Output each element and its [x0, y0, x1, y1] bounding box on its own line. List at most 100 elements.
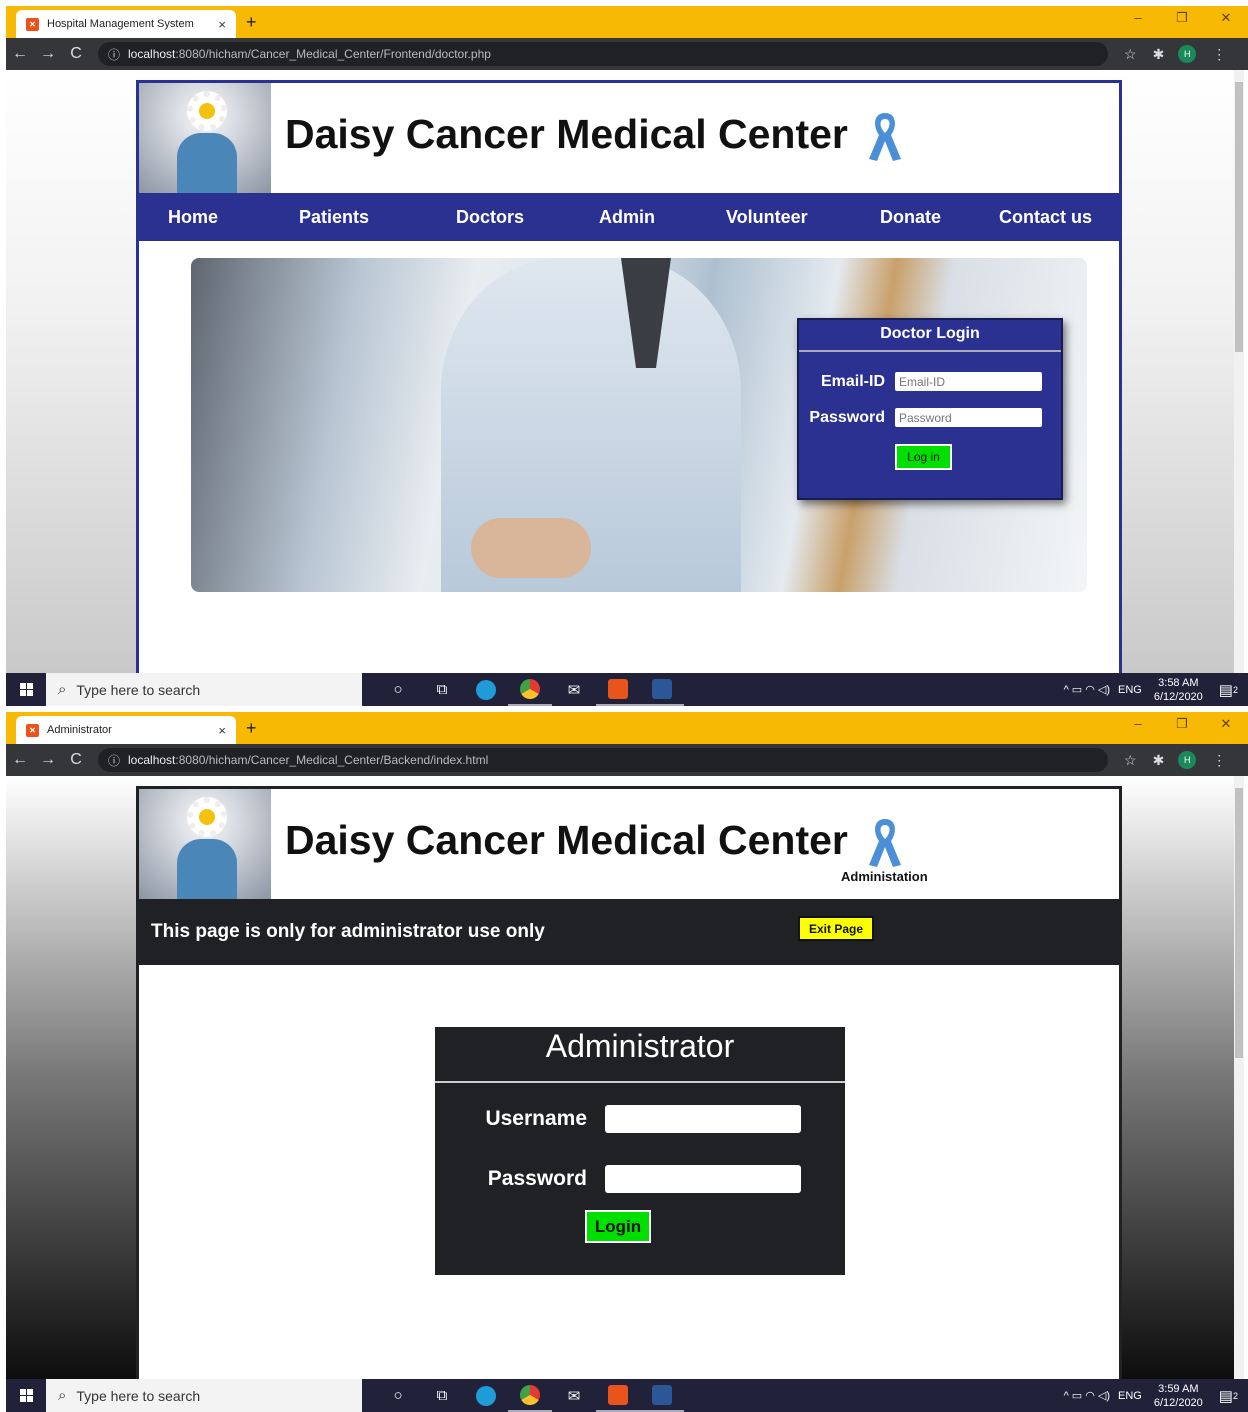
daisy-angel-logo: [139, 789, 271, 899]
task-view-icon[interactable]: ⧉: [420, 1379, 464, 1412]
site-container: Daisy Cancer Medical Center Administatio…: [136, 786, 1122, 1379]
language-indicator[interactable]: ENG: [1118, 684, 1142, 696]
xampp-icon[interactable]: [596, 1379, 640, 1412]
password-field[interactable]: [605, 1165, 801, 1193]
star-icon[interactable]: ☆: [1124, 46, 1137, 63]
reload-icon[interactable]: C: [62, 45, 90, 63]
language-indicator[interactable]: ENG: [1118, 1390, 1142, 1402]
clock-time: 3:58 AM: [1158, 676, 1199, 689]
doctor-login-panel: Doctor Login Email-ID Password Log in: [797, 318, 1063, 500]
xampp-icon[interactable]: [596, 673, 640, 706]
cortana-icon[interactable]: ○: [376, 1379, 420, 1412]
window-controls: – ❐ ✕: [1116, 712, 1248, 740]
scrollbar[interactable]: [1234, 70, 1244, 673]
mail-icon[interactable]: ✉: [552, 1379, 596, 1412]
notification-count: 2: [1232, 684, 1238, 695]
clock[interactable]: 3:59 AM 6/12/2020: [1154, 1382, 1203, 1410]
doctor-login-heading: Doctor Login: [799, 320, 1061, 352]
username-field[interactable]: [605, 1105, 801, 1133]
clock-date: 6/12/2020: [1153, 1396, 1203, 1409]
notification-count: 2: [1232, 1390, 1238, 1401]
taskbar-apps: ○ ⧉ ✉: [376, 1379, 684, 1412]
taskbar-search[interactable]: ⌕ Type here to search: [46, 673, 362, 706]
info-icon[interactable]: ⓘ: [108, 46, 120, 63]
password-field[interactable]: [895, 408, 1042, 427]
login-button[interactable]: Login: [585, 1210, 651, 1243]
close-window-icon[interactable]: ✕: [1204, 712, 1248, 740]
nav-home[interactable]: Home: [168, 207, 218, 228]
close-tab-icon[interactable]: ×: [218, 723, 226, 738]
windows-start-icon[interactable]: [6, 673, 46, 706]
browser-tab[interactable]: ✕ Administrator ×: [16, 716, 236, 744]
site-title: Daisy Cancer Medical Center: [285, 817, 848, 863]
task-view-icon[interactable]: ⧉: [420, 673, 464, 706]
site-subtitle: Administation: [841, 869, 928, 884]
nav-doctors[interactable]: Doctors: [456, 207, 524, 228]
site-title: Daisy Cancer Medical Center: [285, 111, 848, 157]
profile-avatar[interactable]: H: [1178, 45, 1197, 63]
scrollbar[interactable]: [1234, 776, 1244, 1379]
nav-volunteer[interactable]: Volunteer: [726, 207, 808, 228]
site-header: Daisy Cancer Medical Center Administatio…: [139, 789, 1119, 899]
screenshot-doctor-page: ✕ Hospital Management System × + – ❐ ✕ ←…: [0, 0, 1248, 706]
screenshot-admin-page: ✕ Administrator × + – ❐ ✕ ← → C ⓘ localh…: [0, 706, 1248, 1412]
mail-icon[interactable]: ✉: [552, 673, 596, 706]
admin-notice-text: This page is only for administrator use …: [151, 921, 545, 942]
tray-icons[interactable]: ^ ▭ ◠ ◁): [1064, 1389, 1110, 1402]
clock[interactable]: 3:58 AM 6/12/2020: [1154, 676, 1203, 704]
tray-icons[interactable]: ^ ▭ ◠ ◁): [1064, 683, 1110, 696]
minimize-icon[interactable]: –: [1116, 6, 1160, 34]
restore-icon[interactable]: ❐: [1160, 712, 1204, 740]
notification-icon[interactable]: ▤: [1219, 681, 1233, 699]
nav-contact-us[interactable]: Contact us: [999, 207, 1092, 228]
nav-admin[interactable]: Admin: [599, 207, 655, 228]
new-tab-button[interactable]: +: [246, 12, 257, 33]
chrome-icon[interactable]: [508, 1379, 552, 1412]
address-bar-row: ← → C ⓘ localhost:8080/hicham/Cancer_Med…: [6, 38, 1248, 70]
nav-donate[interactable]: Donate: [880, 207, 941, 228]
notification-icon[interactable]: ▤: [1219, 1387, 1233, 1405]
taskbar-search[interactable]: ⌕ Type here to search: [46, 1379, 362, 1412]
extensions-icon[interactable]: ✱: [1153, 752, 1165, 769]
close-tab-icon[interactable]: ×: [218, 17, 226, 32]
forward-arrow-icon[interactable]: →: [34, 751, 62, 769]
extensions-icon[interactable]: ✱: [1153, 46, 1165, 63]
url-field[interactable]: ⓘ localhost:8080/hicham/Cancer_Medical_C…: [98, 42, 1108, 66]
forward-arrow-icon[interactable]: →: [34, 45, 62, 63]
new-tab-button[interactable]: +: [246, 718, 257, 739]
cortana-icon[interactable]: ○: [376, 673, 420, 706]
tab-strip: ✕ Hospital Management System × + – ❐ ✕: [6, 6, 1248, 38]
close-window-icon[interactable]: ✕: [1204, 6, 1248, 34]
edge-icon[interactable]: [464, 1379, 508, 1412]
edge-icon[interactable]: [464, 673, 508, 706]
clock-date: 6/12/2020: [1153, 690, 1203, 703]
menu-dots-icon[interactable]: ⋮: [1212, 46, 1226, 63]
profile-avatar[interactable]: H: [1178, 751, 1197, 769]
minimize-icon[interactable]: –: [1116, 712, 1160, 740]
url-host: localhost: [128, 47, 176, 61]
log-in-button[interactable]: Log in: [895, 444, 952, 470]
email-field[interactable]: [895, 372, 1042, 391]
address-bar-row: ← → C ⓘ localhost:8080/hicham/Cancer_Med…: [6, 744, 1248, 776]
xampp-icon: ✕: [26, 17, 39, 31]
daisy-angel-logo: [139, 83, 271, 193]
nav-patients[interactable]: Patients: [299, 207, 369, 228]
restore-icon[interactable]: ❐: [1160, 6, 1204, 34]
email-row: Email-ID: [805, 372, 1042, 391]
windows-start-icon[interactable]: [6, 1379, 46, 1412]
exit-page-button[interactable]: Exit Page: [798, 916, 874, 941]
star-icon[interactable]: ☆: [1124, 752, 1137, 769]
chrome-icon[interactable]: [508, 673, 552, 706]
reload-icon[interactable]: C: [62, 751, 90, 769]
url-field[interactable]: ⓘ localhost:8080/hicham/Cancer_Medical_C…: [98, 748, 1108, 772]
word-icon[interactable]: [640, 673, 684, 706]
menu-dots-icon[interactable]: ⋮: [1212, 752, 1226, 769]
browser-tab[interactable]: ✕ Hospital Management System ×: [16, 10, 236, 38]
back-arrow-icon[interactable]: ←: [6, 45, 34, 63]
back-arrow-icon[interactable]: ←: [6, 751, 34, 769]
info-icon[interactable]: ⓘ: [108, 752, 120, 769]
system-tray: ^ ▭ ◠ ◁) ENG 3:58 AM 6/12/2020 ▤ 2: [1064, 673, 1238, 706]
word-icon[interactable]: [640, 1379, 684, 1412]
window-controls: – ❐ ✕: [1116, 6, 1248, 34]
username-row: Username: [435, 1105, 801, 1133]
